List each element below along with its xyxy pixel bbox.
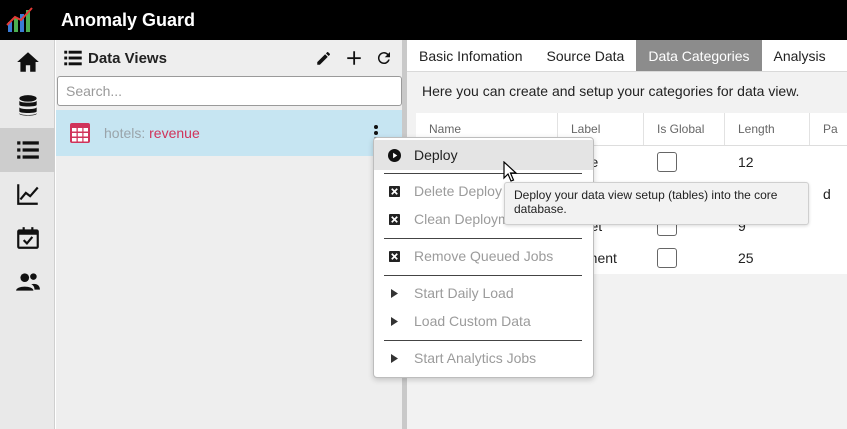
data-views-panel: Data Views hotels: revenue	[56, 40, 402, 429]
menu-item-remove-queued-jobs[interactable]: Remove Queued Jobs	[374, 241, 593, 271]
search-input[interactable]	[57, 76, 402, 106]
app-logo-icon[interactable]	[0, 0, 40, 40]
column-header-length[interactable]: Length	[725, 113, 810, 145]
tab-basic-information[interactable]: Basic Infomation	[407, 40, 535, 71]
menu-separator	[384, 275, 582, 276]
data-views-header: Data Views	[56, 40, 402, 76]
data-view-db: hotels:	[104, 125, 146, 141]
tab-analysis[interactable]: Analysis	[762, 40, 838, 71]
data-views-title: Data Views	[88, 49, 167, 67]
nav-data-views[interactable]	[0, 128, 55, 172]
tab-bar: Basic Infomation Source Data Data Catego…	[407, 40, 847, 72]
menu-item-deploy[interactable]: Deploy	[374, 140, 593, 170]
context-menu: Deploy Delete Deploy Clean Deploym Remov…	[373, 137, 594, 378]
menu-separator	[384, 340, 582, 341]
menu-separator	[384, 238, 582, 239]
chart-line-icon	[16, 184, 39, 205]
play-icon	[386, 350, 402, 366]
home-icon	[16, 52, 39, 72]
play-icon	[386, 313, 402, 329]
column-header-is-global[interactable]: Is Global	[644, 113, 725, 145]
row-length: 25	[738, 250, 754, 266]
data-view-name: revenue	[149, 125, 200, 141]
nav-users[interactable]	[0, 260, 55, 304]
top-bar: Anomaly Guard	[0, 0, 847, 40]
data-view-item[interactable]: hotels: revenue	[56, 110, 402, 156]
is-global-checkbox[interactable]	[657, 248, 677, 268]
app-title: Anomaly Guard	[61, 9, 196, 30]
database-icon	[18, 95, 37, 116]
page-description: Here you can create and setup your categ…	[422, 83, 800, 99]
close-box-icon	[386, 248, 402, 264]
add-icon[interactable]	[344, 48, 364, 68]
list-icon	[64, 50, 82, 66]
nav-database[interactable]	[0, 84, 55, 128]
nav-schedule[interactable]	[0, 216, 55, 260]
deploy-tooltip: Deploy your data view setup (tables) int…	[504, 182, 809, 225]
nav-rail	[0, 40, 55, 429]
column-header-extra[interactable]: Pa	[810, 113, 847, 145]
row-extra	[810, 146, 847, 178]
edit-icon[interactable]	[314, 48, 334, 68]
play-icon	[386, 285, 402, 301]
mouse-cursor-icon	[503, 161, 518, 182]
close-box-icon	[386, 211, 402, 227]
menu-item-load-custom-data[interactable]: Load Custom Data	[374, 306, 593, 336]
refresh-icon[interactable]	[374, 48, 394, 68]
row-extra	[810, 210, 847, 242]
row-extra	[810, 242, 847, 274]
row-length: 12	[738, 154, 754, 170]
users-icon	[15, 273, 40, 291]
menu-item-start-daily-load[interactable]: Start Daily Load	[374, 278, 593, 308]
row-extra: d	[823, 186, 831, 202]
close-box-icon	[386, 183, 402, 199]
tab-data-categories[interactable]: Data Categories	[636, 40, 762, 71]
nav-analytics[interactable]	[0, 172, 55, 216]
calendar-check-icon	[16, 227, 39, 249]
is-global-checkbox[interactable]	[657, 152, 677, 172]
list-icon	[16, 141, 39, 159]
play-circle-icon	[386, 147, 402, 163]
table-icon	[70, 123, 90, 143]
nav-home[interactable]	[0, 40, 55, 84]
tab-source-data[interactable]: Source Data	[535, 40, 637, 71]
menu-item-start-analytics-jobs[interactable]: Start Analytics Jobs	[374, 343, 593, 373]
menu-separator	[384, 173, 582, 174]
